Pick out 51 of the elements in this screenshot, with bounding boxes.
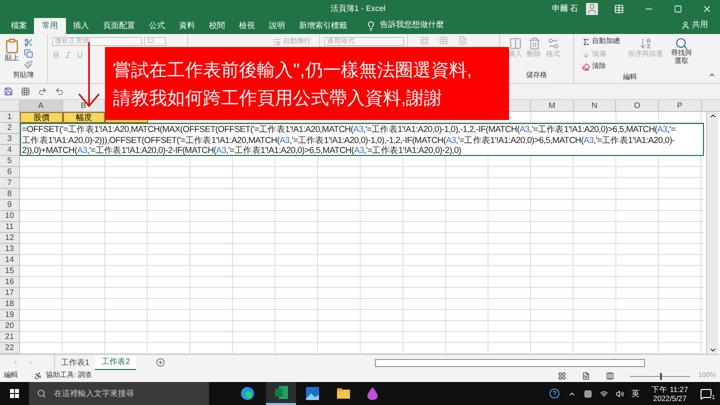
row-number: 10 — [0, 211, 20, 222]
column-header: O — [616, 100, 659, 112]
search-field[interactable]: 在這裡輸入文字來搜尋 — [29, 382, 209, 405]
column-header: N — [574, 100, 616, 112]
row-number: 11 — [0, 222, 20, 233]
row-number: 8 — [0, 189, 20, 200]
row-number: 13 — [0, 244, 20, 255]
column-header: A — [20, 100, 63, 112]
row-number: 5 — [0, 156, 20, 167]
ribbon-tab[interactable]: 校閱 — [202, 18, 232, 34]
sheet-tab[interactable]: 工作表2 — [95, 354, 136, 370]
share-button[interactable]: 共用 — [681, 19, 708, 31]
ribbon-tab[interactable]: 說明 — [262, 18, 292, 34]
ribbon-tab[interactable]: 檢視 — [232, 18, 262, 34]
row-number: 14 — [0, 255, 20, 266]
user-name: 申爾 石 — [552, 3, 578, 15]
row-number: 1 — [0, 112, 20, 123]
window-title: 活頁簿1 - Excel — [330, 3, 386, 15]
ribbon-tab[interactable]: 新增索引標籤 — [292, 18, 354, 34]
row-number: 15 — [0, 266, 20, 277]
formula-line: 2)),0)+MATCH(A3,'=工作表1'!A1:A20,0)-2-IF(MATCH(A3,'=工作表1'!A1:A20,0)>6,5,MATCH(A3,'=工作表1'!A1:A20,0)-2),0) — [22, 145, 462, 155]
row-number: 12 — [0, 233, 20, 244]
ribbon-tab[interactable]: 檔案 — [4, 18, 34, 34]
row-number: 7 — [0, 178, 20, 189]
row-number: 20 — [0, 321, 20, 332]
row-number: 9 — [0, 200, 20, 211]
row-number: 4 — [0, 145, 20, 156]
ribbon-tab[interactable]: 常用 — [34, 18, 66, 34]
tell-me-field[interactable]: 告訴我您想做什麼 — [380, 19, 444, 31]
ribbon-tab[interactable]: 插入 — [66, 18, 96, 34]
input-language[interactable]: 英 — [632, 388, 640, 400]
row-number: 17 — [0, 288, 20, 299]
ribbon-tab[interactable]: 公式 — [142, 18, 172, 34]
formula-line: 工作表1'!A1:A20,0)-2))),OFFSET(OFFSET('=工作表1'!A1:A20,MATCH(A3,'=工作表1'!A1:A20,0)-1,0),-1,2,-IF(MATCH(A3,'=工作表1'!A1:A20,0)>6,5,MATCH(A3,'=工作表1'!A1:A20,0)- — [22, 134, 675, 146]
formula-line: =OFFSET('=工作表1'!A1:A20,MATCH(MAX(OFFSET(OFFSET('=工作表1'!A1:A20,MATCH(A3,'=工作表1'!A1:A20,0)-1,0),-1,2,-IF(MATCH(A3,'=工作表1'!A1:A20,0)>6,5,MATCH(A3,'= — [22, 124, 676, 135]
annotation-text: 嘗試在工作表前後輸入'',仍一樣無法圈選資料, — [113, 58, 473, 80]
column-header: P — [658, 100, 702, 112]
row-number: 2 — [0, 123, 20, 134]
annotation-text: 請教我如何跨工作頁用公式帶入資料,謝謝 — [113, 86, 444, 108]
column-header: M — [531, 100, 574, 112]
table-cell: 股價 — [20, 112, 63, 123]
row-number: 6 — [0, 167, 20, 178]
row-number: 3 — [0, 134, 20, 145]
row-number: 19 — [0, 310, 20, 321]
ribbon-tab[interactable]: 資料 — [172, 18, 202, 34]
row-number: 18 — [0, 299, 20, 310]
ribbon-tab[interactable]: 頁面配置 — [96, 18, 142, 34]
row-number: 21 — [0, 332, 20, 343]
row-number: 16 — [0, 277, 20, 288]
row-number: 22 — [0, 343, 20, 354]
table-cell: 幅度 — [62, 112, 106, 123]
